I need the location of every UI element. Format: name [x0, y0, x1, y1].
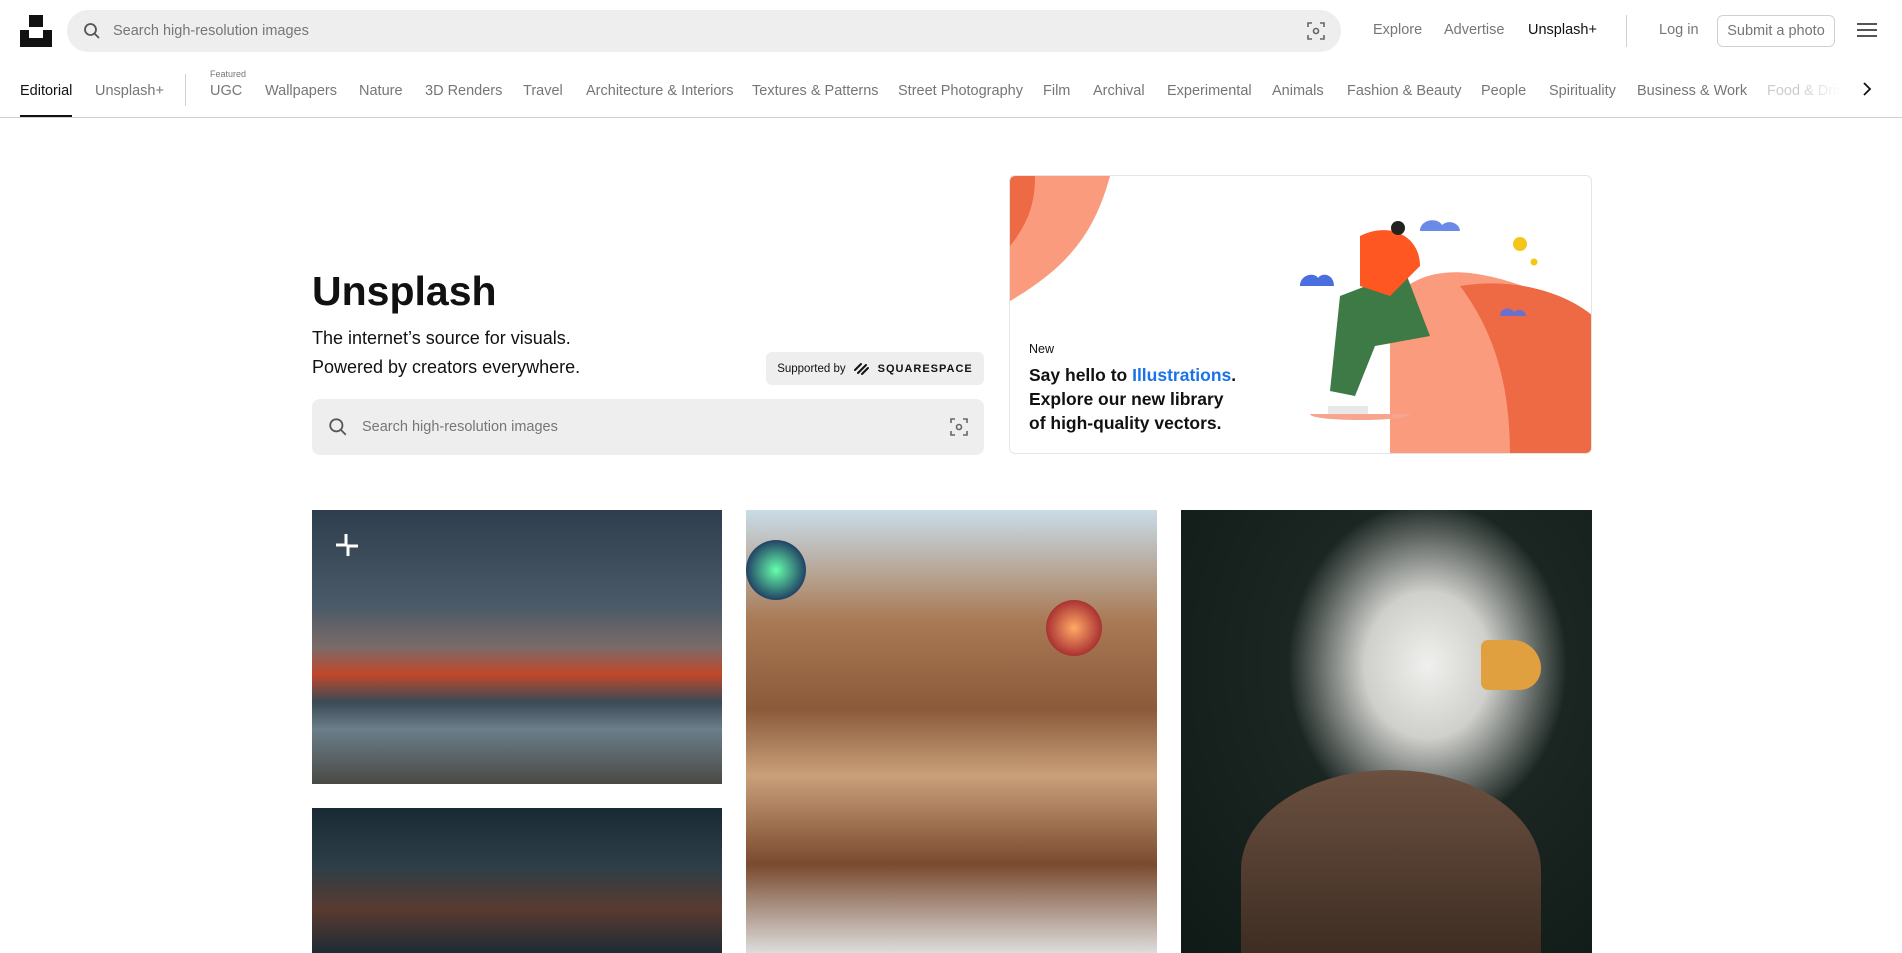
tab-architecture[interactable]: Architecture & Interiors [586, 83, 733, 99]
eagle-beak [1481, 640, 1541, 690]
tab-3d-renders[interactable]: 3D Renders [425, 83, 502, 99]
photo-library-interior[interactable] [746, 510, 1157, 953]
unsplash-plus-badge-icon [336, 534, 358, 556]
visual-search-icon[interactable] [1307, 22, 1325, 40]
hero-search-input[interactable]: Search high-resolution images [362, 419, 558, 435]
supported-by-label: Supported by [777, 362, 846, 375]
photo-bald-eagle[interactable] [1181, 510, 1592, 953]
tab-textures[interactable]: Textures & Patterns [752, 83, 879, 99]
submit-photo-button[interactable]: Submit a photo [1717, 15, 1835, 47]
search-icon [84, 23, 100, 39]
active-tab-indicator [20, 115, 72, 117]
divider [185, 74, 186, 106]
hero-search[interactable]: Search high-resolution images [312, 399, 984, 455]
tab-spirituality[interactable]: Spirituality [1549, 83, 1616, 99]
tab-business-work[interactable]: Business & Work [1637, 83, 1747, 99]
sponsor-name: SQUARESPACE [877, 362, 973, 375]
tab-nature[interactable]: Nature [359, 83, 403, 99]
divider [1626, 15, 1627, 47]
tab-experimental[interactable]: Experimental [1167, 83, 1252, 99]
fade-overlay [1800, 61, 1860, 117]
globe-icon [746, 540, 806, 600]
visual-search-icon[interactable] [950, 418, 968, 436]
squarespace-logo-icon [853, 362, 869, 375]
tab-animals[interactable]: Animals [1272, 83, 1324, 99]
top-bar: Search high-resolution images Explore Ad… [0, 0, 1902, 61]
header-search-input[interactable]: Search high-resolution images [113, 23, 309, 39]
photo-building-facade[interactable] [312, 808, 722, 953]
tab-archival[interactable]: Archival [1093, 83, 1145, 99]
explore-link[interactable]: Explore [1373, 22, 1422, 38]
chevron-right-icon[interactable] [1862, 81, 1872, 97]
illustrations-banner[interactable]: New Say hello to Illustrations. Explore … [1009, 175, 1592, 454]
sponsor-badge[interactable]: Supported by SQUARESPACE [766, 352, 984, 385]
tab-ugc[interactable]: UGC [210, 83, 242, 99]
illustrations-link[interactable]: Illustrations [1132, 365, 1231, 385]
globe-icon [1046, 600, 1102, 656]
eagle-body [1241, 770, 1541, 953]
tab-street-photography[interactable]: Street Photography [898, 83, 1023, 99]
menu-icon[interactable] [1857, 22, 1877, 38]
hero-tagline-1: The internet’s source for visuals. [312, 328, 571, 348]
category-nav: Editorial Unsplash+ Featured UGC Wallpap… [0, 61, 1902, 118]
banner-line1: Say hello to [1029, 365, 1133, 385]
search-icon [329, 418, 347, 436]
banner-line2: Explore our new library [1029, 389, 1224, 409]
login-link[interactable]: Log in [1659, 22, 1699, 38]
photo-mountain-lake[interactable] [312, 510, 722, 784]
banner-text: Say hello to Illustrations. Explore our … [1029, 363, 1236, 435]
featured-label: Featured [210, 69, 247, 79]
tab-travel[interactable]: Travel [523, 83, 563, 99]
banner-tag: New [1029, 342, 1055, 356]
tab-wallpapers[interactable]: Wallpapers [265, 83, 337, 99]
unsplash-plus-link[interactable]: Unsplash+ [1528, 22, 1597, 38]
banner-period: . [1231, 365, 1237, 385]
tab-film[interactable]: Film [1043, 83, 1070, 99]
banner-line3: of high-quality vectors. [1029, 413, 1222, 433]
page-title: Unsplash [312, 268, 497, 314]
tab-unsplash-plus[interactable]: Unsplash+ [95, 83, 164, 99]
tab-people[interactable]: People [1481, 83, 1526, 99]
header-search[interactable]: Search high-resolution images [67, 10, 1341, 52]
tab-fashion-beauty[interactable]: Fashion & Beauty [1347, 83, 1461, 99]
hero-tagline-2: Powered by creators everywhere. [312, 357, 581, 377]
unsplash-logo-icon[interactable] [20, 15, 52, 47]
tab-editorial[interactable]: Editorial [20, 83, 72, 99]
advertise-link[interactable]: Advertise [1444, 22, 1504, 38]
